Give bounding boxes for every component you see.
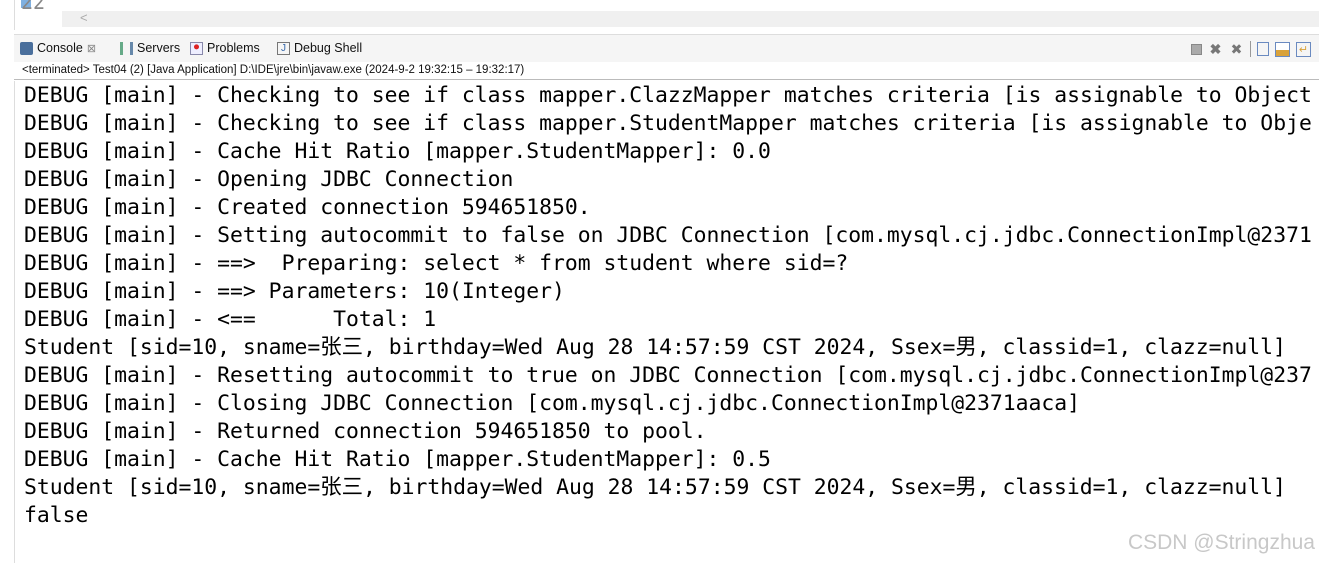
tab-label: Debug Shell [294,41,363,55]
remove-all-terminated-icon[interactable]: ✖ [1229,41,1244,57]
servers-icon [120,41,133,55]
console-line: false [24,503,89,528]
console-line: DEBUG [main] - Opening JDBC Connection [24,167,514,192]
console-output[interactable]: DEBUG [main] - Checking to see if class … [14,81,1319,563]
console-line: DEBUG [main] - ==> Preparing: select * f… [24,251,849,276]
tab-console[interactable]: Console ⊠ [20,41,96,55]
close-icon[interactable]: ⊠ [87,42,96,55]
console-line: DEBUG [main] - Cache Hit Ratio [mapper.S… [24,447,771,472]
console-line: DEBUG [main] - Cache Hit Ratio [mapper.S… [24,139,771,164]
console-line: Student [sid=10, sname=张三, birthday=Wed … [24,475,1286,500]
tab-label: Problems [207,41,260,55]
tab-label: Console [37,41,83,55]
console-line: DEBUG [main] - <== Total: 1 [24,307,437,332]
line-number: 22 [21,0,46,14]
watermark: CSDN @Stringzhua [1127,531,1315,554]
scroll-lock-icon[interactable] [1275,41,1290,57]
problems-icon [190,41,203,55]
horizontal-scrollbar[interactable]: < [62,10,1319,27]
view-tab-bar: Console ⊠ Servers Problems J Debug Shell… [14,34,1319,62]
launch-status: <terminated> Test04 (2) [Java Applicatio… [14,62,1319,80]
console-icon [20,41,33,55]
clear-console-icon[interactable] [1257,42,1269,56]
console-line: DEBUG [main] - Setting autocommit to fal… [24,223,1312,248]
console-line: DEBUG [main] - Created connection 594651… [24,195,591,220]
console-line: DEBUG [main] - Resetting autocommit to t… [24,363,1312,388]
console-line: DEBUG [main] - Checking to see if class … [24,111,1312,136]
console-toolbar: ✖ ✖ ↵ [1191,41,1311,57]
remove-launch-icon[interactable]: ✖ [1208,41,1223,57]
console-line: DEBUG [main] - ==> Parameters: 10(Intege… [24,279,565,304]
console-line: DEBUG [main] - Checking to see if class … [24,83,1312,108]
tab-debug-shell[interactable]: J Debug Shell [277,41,362,55]
editor-area[interactable]: 22 < [14,0,1319,30]
terminate-icon[interactable] [1191,43,1202,55]
console-line: DEBUG [main] - Returned connection 59465… [24,419,707,444]
tab-servers[interactable]: Servers [120,41,180,55]
console-line: DEBUG [main] - Closing JDBC Connection [… [24,391,1081,416]
debug-shell-icon: J [277,41,290,55]
tab-problems[interactable]: Problems [190,41,260,55]
console-line: Student [sid=10, sname=张三, birthday=Wed … [24,335,1286,360]
word-wrap-icon[interactable]: ↵ [1296,41,1311,57]
scroll-left-icon[interactable]: < [80,10,88,25]
toolbar-separator [1250,41,1251,57]
tab-label: Servers [137,41,181,55]
